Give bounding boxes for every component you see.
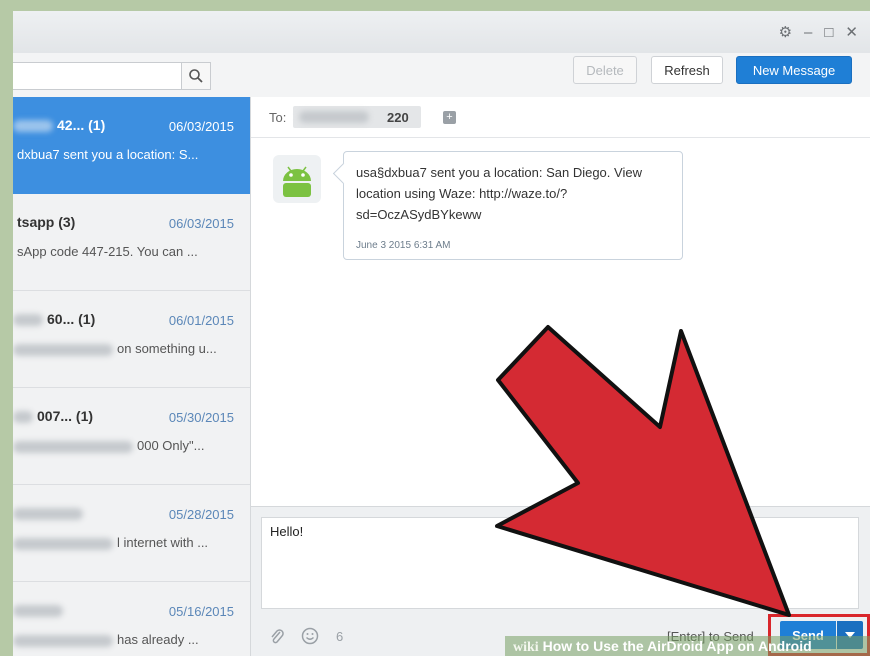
watermark-caption: How to Use the AirDroid App on Android (542, 638, 812, 654)
annotation-arrow (495, 325, 791, 617)
watermark-text: wiki How to Use the AirDroid App on Andr… (513, 638, 812, 656)
watermark-brand: wiki (513, 640, 539, 655)
